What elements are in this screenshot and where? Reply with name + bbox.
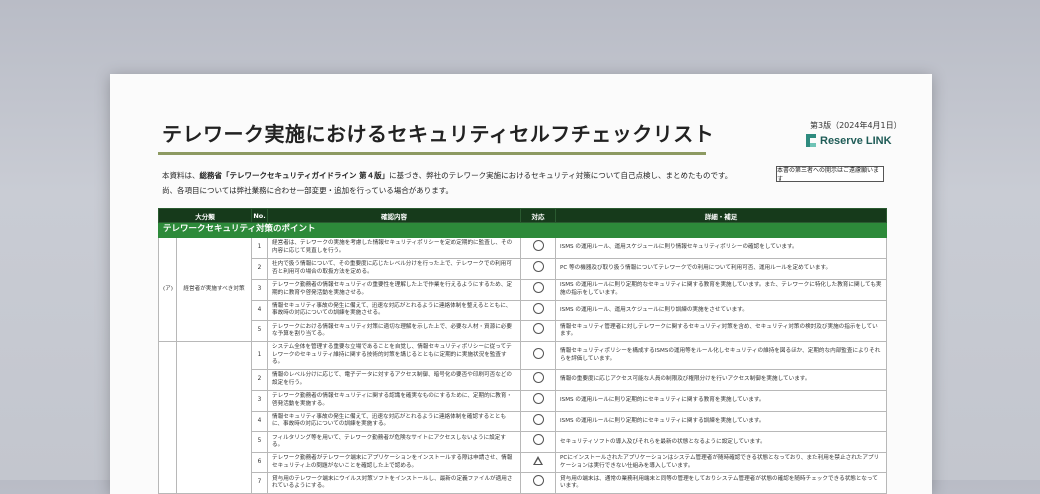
circle-mark-icon	[532, 302, 544, 314]
header-details: 詳細・補足	[555, 208, 887, 223]
reserve-link-logo-icon	[806, 134, 816, 147]
row-content: 貸与用のテレワーク端末にウイルス対策ソフトをインストールし、最新の定義ファイルが…	[267, 472, 521, 494]
row-no: 5	[251, 320, 268, 343]
circle-mark-icon	[532, 281, 544, 293]
row-content: 社内で扱う情報について、その重要度に応じたレベル分けを行った上で、テレワークでの…	[267, 257, 521, 280]
table-row: 1 システム全体を管理する重要な立場であることを自覚し、情報セキュリティポリシー…	[158, 341, 887, 494]
row-no: 2	[251, 257, 268, 280]
row-detail: 情報セキュリティ管理者に対しテレワークに関するセキュリティ対策を含め、セキュリテ…	[555, 320, 887, 343]
intro-line-2: 尚、各項目については弊社業務に合わせ一部変更・追加を行っている場合があります。	[162, 186, 453, 195]
circle-mark-icon	[532, 434, 544, 446]
row-detail: ISMS の運用ルール、運用スケジュールに則り訓練の実施をさせています。	[555, 299, 887, 322]
row-content: フィルタリング等を用いて、テレワーク勤務者が危険なサイトにアクセスしないように設…	[267, 431, 521, 454]
row-content: 情報のレベル分けに応じて、電子データに対するアクセス制御、暗号化の要否や印刷可否…	[267, 368, 521, 391]
status-cell	[520, 237, 556, 259]
circle-mark-icon	[532, 475, 544, 487]
document-title: テレワーク実施におけるセキュリティセルフチェックリスト	[162, 122, 715, 146]
row-detail: ISMS の運用ルールに則り定期的にセキュリティに関する教育を実施しています。	[555, 389, 887, 412]
status-cell	[520, 257, 556, 280]
status-cell	[520, 368, 556, 391]
circle-mark-icon	[532, 323, 544, 335]
row-no: 3	[251, 389, 268, 412]
row-detail: 貸与用の端末は、通常の業務利用端末と同等の管理をしておりシステム管理者が状態の確…	[555, 472, 887, 494]
header-category: 大分類	[158, 208, 252, 223]
row-no: 1	[251, 237, 268, 259]
circle-mark-icon	[532, 371, 544, 383]
table-row: 2 情報のレベル分けに応じて、電子データに対するアクセス制御、暗号化の要否や印刷…	[159, 368, 887, 391]
row-detail: PCにインストールされたアプリケーションはシステム管理者が随時確認できる状態とな…	[555, 452, 887, 474]
header-no: No.	[251, 208, 268, 223]
group-code	[158, 341, 177, 494]
status-cell	[520, 410, 556, 433]
table-row: 4 情報セキュリティ事故の発生に備えて、迅速な対応がとれるように連絡体制を整える…	[159, 299, 887, 322]
circle-mark-icon	[532, 260, 544, 272]
intro-line-1: 本資料は、総務省「テレワークセキュリティガイドライン 第４版」に基づき、弊社のテ…	[162, 170, 732, 181]
row-content: システム全体を管理する重要な立場であることを自覚し、情報セキュリティポリシーに従…	[267, 341, 521, 370]
circle-mark-icon	[532, 413, 544, 425]
circle-mark-icon	[532, 392, 544, 404]
row-detail: ISMS の運用ルールに則り定期的にセキュリティに関する訓練を実施しています。	[555, 410, 887, 433]
table-row: 6 テレワーク勤務者がテレワーク端末にアプリケーションをインストールする際は申請…	[159, 452, 887, 474]
document-page: テレワーク実施におけるセキュリティセルフチェックリスト 第3版（2024年4月1…	[110, 74, 932, 494]
row-no: 3	[251, 278, 268, 301]
checklist-table: 大分類 No. 確認内容 対応 詳細・補足 テレワークセキュリティ対策のポイント…	[158, 208, 887, 494]
title-underline	[158, 152, 706, 155]
header-content: 確認内容	[267, 208, 521, 223]
row-content: 情報セキュリティ事故の発生に備えて、迅速な対応がとれるように連絡体制を確認すると…	[267, 410, 521, 433]
row-content: 経営者は、テレワークの実施を考慮した情報セキュリティポリシーを定め定期的に監査し…	[267, 237, 521, 259]
circle-mark-icon	[532, 240, 544, 251]
intro-guideline-ref: 総務省「テレワークセキュリティガイドライン 第４版」	[199, 171, 390, 180]
row-no: 7	[251, 472, 268, 494]
table-header-row: 大分類 No. 確認内容 対応 詳細・補足	[158, 208, 887, 223]
row-content: 情報セキュリティ事故の発生に備えて、迅速な対応がとれるように連絡体制を整えるとと…	[267, 299, 521, 322]
section-title: テレワークセキュリティ対策のポイント	[158, 222, 887, 238]
table-row: 4 情報セキュリティ事故の発生に備えて、迅速な対応がとれるように連絡体制を確認す…	[159, 410, 887, 433]
circle-mark-icon	[532, 347, 544, 359]
status-cell	[520, 452, 556, 474]
group-code: (ア)	[158, 236, 177, 343]
group-label: 経営者が実施すべき対策	[176, 236, 252, 343]
status-cell	[520, 472, 556, 494]
triangle-mark-icon	[533, 456, 543, 466]
row-no: 4	[251, 410, 268, 433]
table-row: (ア) 経営者が実施すべき対策 1 経営者は、テレワークの実施を考慮した情報セキ…	[158, 236, 887, 343]
row-no: 6	[251, 452, 268, 474]
row-detail: PC 等の機器及び取り扱う情報についてテレワークでの利用について利用可否、運用ル…	[555, 257, 887, 280]
status-cell	[520, 299, 556, 322]
brand-name: Reserve LINK	[820, 134, 892, 147]
row-content: テレワーク勤務者がテレワーク端末にアプリケーションをインストールする際は申請させ…	[267, 452, 521, 474]
status-cell	[520, 431, 556, 454]
table-row: 3 テレワーク勤務者の情報セキュリティの重要性を理解した上で作業を行えるようにす…	[159, 278, 887, 301]
row-detail: セキュリティソフトの導入及びそれらを最新の状態となるように設定しています。	[555, 431, 887, 454]
row-no: 4	[251, 299, 268, 322]
row-content: テレワーク勤務者の情報セキュリティに関する認識を確実なものにするために、定期的に…	[267, 389, 521, 412]
table-row: 3 テレワーク勤務者の情報セキュリティに関する認識を確実なものにするために、定期…	[159, 389, 887, 412]
row-detail: 情報セキュリティポリシーを構成するISMSの運用等をルール化しセキュリティの維持…	[555, 341, 887, 370]
header-status: 対応	[520, 208, 556, 223]
status-cell	[520, 278, 556, 301]
status-cell	[520, 320, 556, 343]
table-row: 5 フィルタリング等を用いて、テレワーク勤務者が危険なサイトにアクセスしないよう…	[159, 431, 887, 454]
status-cell	[520, 341, 556, 370]
status-cell	[520, 389, 556, 412]
edition-label: 第3版（2024年4月1日）	[810, 121, 902, 130]
confidentiality-notice: 本書の第三者への開示はご遠慮願います	[776, 166, 884, 183]
table-row: 5 テレワークにおける情報セキュリティ対策に適切な理解を示した上で、必要な人材・…	[159, 320, 887, 343]
table-row: 2 社内で扱う情報について、その重要度に応じたレベル分けを行った上で、テレワーク…	[159, 257, 887, 280]
row-detail: ISMS の運用ルール、運用スケジュールに則り情報セキュリティポリシーの確認をし…	[555, 237, 887, 259]
group-label	[176, 341, 252, 494]
row-detail: 情報の重要度に応じアクセス可能な人員の制限及び権限分けを行いアクセス制御を実施し…	[555, 368, 887, 391]
section-row: テレワークセキュリティ対策のポイント	[158, 222, 887, 238]
row-detail: ISMS の運用ルールに則り定期的なセキュリティに関する教育を実施しています。ま…	[555, 278, 887, 301]
row-no: 2	[251, 368, 268, 391]
intro-suffix: に基づき、弊社のテレワーク実施におけるセキュリティ対策について自己点検し、まとめ…	[389, 171, 733, 180]
row-content: テレワークにおける情報セキュリティ対策に適切な理解を示した上で、必要な人材・資源…	[267, 320, 521, 343]
table-row: 7 貸与用のテレワーク端末にウイルス対策ソフトをインストールし、最新の定義ファイ…	[159, 472, 887, 494]
row-content: テレワーク勤務者の情報セキュリティの重要性を理解した上で作業を行えるようにするた…	[267, 278, 521, 301]
row-no: 1	[251, 341, 268, 370]
row-no: 5	[251, 431, 268, 454]
brand-logo: Reserve LINK	[806, 134, 892, 147]
intro-prefix: 本資料は、	[162, 171, 200, 180]
